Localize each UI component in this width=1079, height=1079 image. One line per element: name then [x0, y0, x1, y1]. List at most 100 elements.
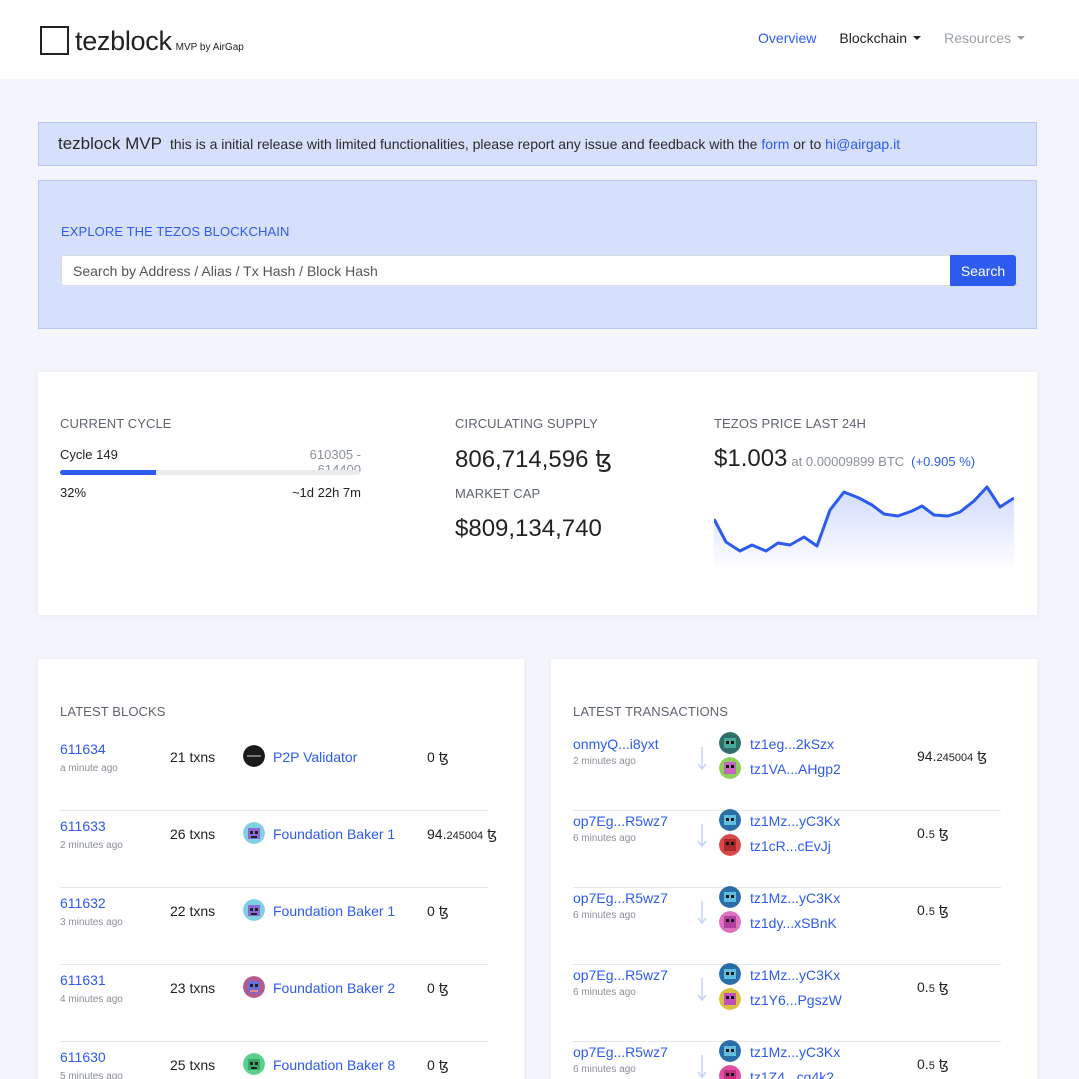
nav-blockchain-dropdown[interactable]: Blockchain: [839, 30, 922, 46]
amount-dec: 5: [928, 906, 935, 918]
amount-int: 94.: [917, 748, 937, 764]
baker-link[interactable]: Foundation Baker 8: [273, 1057, 395, 1073]
nav-overview[interactable]: Overview: [758, 30, 816, 46]
transaction-row: op7Eg...R5wz7 6 minutes ago tz1Mz...yC3K…: [573, 886, 1001, 965]
email-link[interactable]: hi@airgap.it: [825, 136, 900, 152]
alert-text: this is a initial release with limited f…: [169, 136, 758, 152]
alert-title: tezblock MVP: [58, 134, 162, 153]
baker-link[interactable]: P2P Validator: [273, 749, 357, 765]
navbar: tezblock MVP by AirGap Overview Blockcha…: [0, 0, 1079, 79]
block-number-link[interactable]: 611632: [60, 895, 106, 911]
to-avatar-icon: [719, 834, 741, 856]
amount-int: 0: [427, 903, 435, 919]
tez-unit: ꜩ: [938, 979, 949, 995]
block-number-link[interactable]: 611631: [60, 972, 106, 988]
latest-transactions-card: LATEST TRANSACTIONS onmyQ...i8yxt 2 minu…: [551, 659, 1037, 1079]
tx-hash-link[interactable]: op7Eg...R5wz7: [573, 1044, 668, 1060]
tez-unit: ꜩ: [438, 903, 449, 919]
from-avatar-icon: [719, 886, 741, 908]
block-reward: 0 ꜩ: [427, 749, 449, 766]
to-avatar-icon: [719, 757, 741, 779]
price-row: $1.003 at 0.00009899 BTC (+0.905 %): [714, 445, 975, 473]
tx-hash-link[interactable]: onmyQ...i8yxt: [573, 736, 659, 752]
block-number-link[interactable]: 611634: [60, 741, 106, 757]
to-avatar-icon: [719, 911, 741, 933]
tez-unit: ꜩ: [938, 825, 949, 841]
latest-blocks-label: LATEST BLOCKS: [60, 704, 166, 719]
block-age: 4 minutes ago: [60, 994, 123, 1005]
tx-to-link[interactable]: tz1dy...xSBnK: [750, 915, 837, 931]
block-txns: 22 txns: [170, 903, 216, 919]
baker-link[interactable]: Foundation Baker 1: [273, 903, 395, 919]
feedback-form-link[interactable]: form: [761, 136, 789, 152]
amount-dec: 245004: [936, 752, 974, 764]
block-reward: 94.245004 ꜩ: [427, 826, 497, 843]
tx-age: 6 minutes ago: [573, 910, 636, 921]
tez-unit: ꜩ: [438, 980, 449, 996]
tx-from-link[interactable]: tz1Mz...yC3Kx: [750, 890, 840, 906]
search-button[interactable]: Search: [950, 255, 1016, 286]
block-row: 611634 a minute ago 21 txns P2P Validato…: [60, 734, 488, 811]
block-number-link[interactable]: 611633: [60, 818, 106, 834]
caret-down-icon: [1017, 36, 1025, 40]
block-reward: 0 ꜩ: [427, 903, 449, 920]
amount-int: 0.: [917, 825, 929, 841]
block-number-link[interactable]: 611630: [60, 1049, 106, 1065]
search-panel: EXPLORE THE TEZOS BLOCKCHAIN Search: [38, 180, 1037, 329]
amount-int: 94.: [427, 826, 447, 842]
block-txns: 23 txns: [170, 980, 216, 996]
tx-from-link[interactable]: tz1Mz...yC3Kx: [750, 813, 840, 829]
amount-dec: 5: [928, 1060, 935, 1072]
baker-link[interactable]: Foundation Baker 2: [273, 980, 395, 996]
tx-age: 6 minutes ago: [573, 987, 636, 998]
tx-to-link[interactable]: tz1cR...cEvJj: [750, 838, 831, 854]
tx-from-link[interactable]: tz1Mz...yC3Kx: [750, 1044, 840, 1060]
amount-int: 0: [427, 1057, 435, 1073]
alert-text-mid: or to: [793, 136, 822, 152]
amount-int: 0.: [917, 979, 929, 995]
tx-hash-link[interactable]: op7Eg...R5wz7: [573, 813, 668, 829]
price-value: $1.003: [714, 445, 788, 472]
latest-transactions-label: LATEST TRANSACTIONS: [573, 704, 729, 719]
baker-link[interactable]: Foundation Baker 1: [273, 826, 395, 842]
cycle-remaining: ~1d 22h 7m: [291, 485, 361, 500]
nav-blockchain-label: Blockchain: [839, 30, 908, 46]
tx-age: 6 minutes ago: [573, 833, 636, 844]
nav-resources-dropdown[interactable]: Resources: [944, 30, 1025, 46]
logo-text: tezblock: [75, 26, 172, 56]
tx-hash-link[interactable]: op7Eg...R5wz7: [573, 890, 668, 906]
tez-unit: ꜩ: [438, 1057, 449, 1073]
from-avatar-icon: [719, 1040, 741, 1062]
amount-dec: 245004: [446, 830, 484, 842]
tx-from-link[interactable]: tz1Mz...yC3Kx: [750, 967, 840, 983]
current-cycle-label: CURRENT CYCLE: [60, 416, 172, 431]
block-txns: 26 txns: [170, 826, 216, 842]
tx-to-link[interactable]: tz1VA...AHgp2: [750, 761, 841, 777]
block-txns: 25 txns: [170, 1057, 216, 1073]
tx-hash-link[interactable]: op7Eg...R5wz7: [573, 967, 668, 983]
cycle-progress-fill: [60, 470, 156, 475]
nav-resources-label: Resources: [944, 30, 1011, 46]
transaction-row: op7Eg...R5wz7 6 minutes ago tz1Mz...yC3K…: [573, 1040, 1001, 1079]
arrow-down-icon: [697, 978, 707, 1002]
tx-to-link[interactable]: tz1Z4...cg4k2: [750, 1069, 834, 1079]
robot-avatar-icon: [243, 899, 265, 921]
tez-unit: ꜩ: [938, 1056, 949, 1072]
block-age: 5 minutes ago: [60, 1071, 123, 1079]
amount-int: 0: [427, 749, 435, 765]
caret-down-icon: [913, 36, 922, 40]
amount-int: 0: [427, 980, 435, 996]
transaction-row: op7Eg...R5wz7 6 minutes ago tz1Mz...yC3K…: [573, 963, 1001, 1042]
tx-age: 6 minutes ago: [573, 1064, 636, 1075]
block-row: 611633 2 minutes ago 26 txns Foundation …: [60, 811, 497, 888]
logo-box-icon: [40, 26, 69, 55]
tx-from-link[interactable]: tz1eg...2kSzx: [750, 736, 834, 752]
logo[interactable]: tezblock MVP by AirGap: [40, 26, 244, 55]
to-avatar-icon: [719, 988, 741, 1010]
price-sparkline-chart: [714, 485, 1014, 572]
tez-unit: ꜩ: [977, 748, 988, 764]
tx-to-link[interactable]: tz1Y6...PgszW: [750, 992, 842, 1008]
search-input[interactable]: [61, 255, 950, 286]
amount-dec: 5: [928, 829, 935, 841]
search-heading: EXPLORE THE TEZOS BLOCKCHAIN: [61, 224, 290, 239]
